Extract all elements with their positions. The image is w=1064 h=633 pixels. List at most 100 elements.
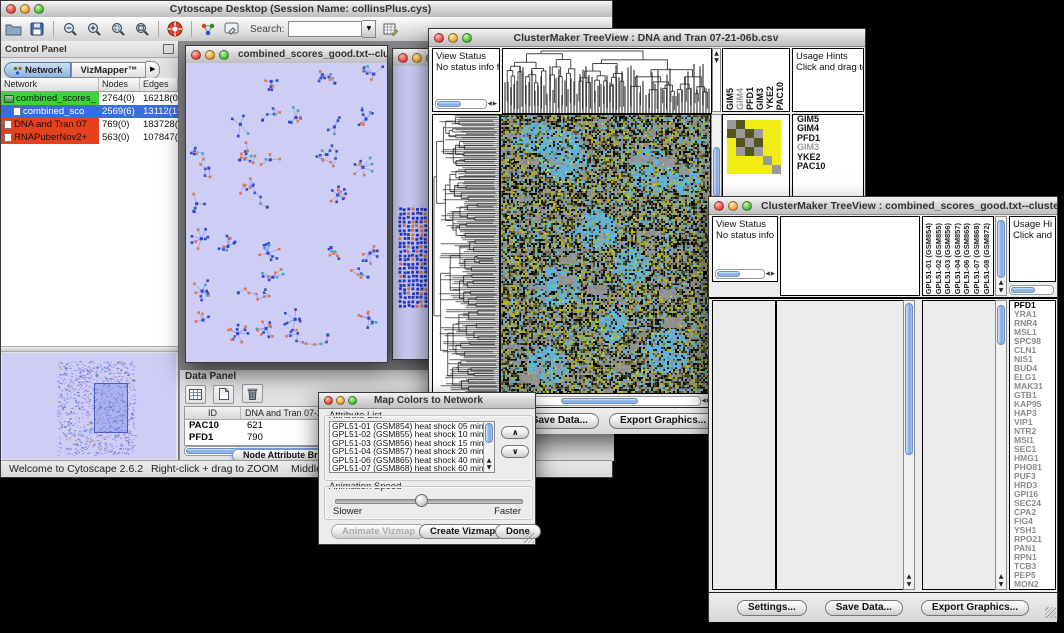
zoom-fit-icon[interactable]	[132, 20, 152, 38]
tv2-zoom-vscrollbar[interactable]: ▲▼	[995, 300, 1007, 590]
tv1-column-dendrogram[interactable]	[502, 48, 712, 114]
zoom-button[interactable]	[462, 33, 472, 43]
tv1-status-hscrollbar[interactable]: ◀▶	[435, 99, 497, 109]
help-lifering-icon[interactable]	[165, 20, 185, 38]
zoom-button[interactable]	[34, 4, 44, 14]
network-nodes-count: 2569(6)	[99, 105, 140, 118]
control-panel-title: Control Panel	[5, 44, 67, 55]
float-panel-icon[interactable]	[163, 44, 174, 54]
treeview1-titlebar[interactable]: ClusterMaker TreeView : DNA and Tran 07-…	[429, 29, 865, 47]
dialog-titlebar[interactable]: Map Colors to Network	[319, 393, 535, 409]
treeview1-title: ClusterMaker TreeView : DNA and Tran 07-…	[477, 32, 815, 44]
resize-grip[interactable]	[1045, 607, 1056, 618]
minimize-button[interactable]	[412, 53, 422, 63]
animate-vizmap-button[interactable]: Animate Vizmap	[331, 524, 426, 539]
resize-grip[interactable]	[523, 532, 534, 543]
zoom-button[interactable]	[219, 50, 229, 60]
network-row[interactable]: combined_scores_ 2764(0) 16218(0)	[1, 92, 178, 105]
search-label: Search:	[250, 24, 284, 35]
minimize-button[interactable]	[205, 50, 215, 60]
tv1-row-dendrogram[interactable]	[432, 114, 500, 394]
more-tabs-button[interactable]: ▶	[146, 61, 160, 79]
zoom-selected-icon[interactable]	[108, 20, 128, 38]
attribute-list-vscrollbar[interactable]: ▲▼	[483, 422, 494, 472]
speed-slider-thumb[interactable]	[415, 494, 428, 507]
move-down-button[interactable]: ∨	[501, 445, 529, 458]
search-dropdown-icon[interactable]: ▼	[362, 20, 376, 38]
tv2-global-heatmap[interactable]	[776, 300, 904, 590]
move-up-button[interactable]: ∧	[501, 426, 529, 439]
tv2-labels-vscrollbar[interactable]: ▲▼	[995, 216, 1007, 296]
tv2-gene-list: PFD1YRA1RNR4MSL1SPC98CLN1NIS1BUD4ELG1MAK…	[1009, 300, 1056, 590]
treeview-action-button[interactable]: Export Graphics...	[609, 413, 717, 429]
delete-attribute-icon[interactable]	[242, 384, 263, 403]
close-button[interactable]	[434, 33, 444, 43]
annotation-icon[interactable]	[222, 20, 242, 38]
table-edit-icon[interactable]	[381, 20, 401, 38]
zoom-in-icon[interactable]	[84, 20, 104, 38]
zoom-out-icon[interactable]	[60, 20, 80, 38]
minimize-button[interactable]	[20, 4, 30, 14]
header-network[interactable]: Network	[1, 78, 99, 91]
close-button[interactable]	[714, 201, 724, 211]
header-edges[interactable]: Edges	[140, 78, 178, 91]
new-attribute-icon[interactable]	[213, 385, 234, 404]
matrix-cell	[754, 165, 763, 174]
network-row[interactable]: combined_sco 2569(6) 13112(15)	[1, 105, 178, 118]
gene-label[interactable]: PAC10	[795, 162, 863, 171]
create-vizmap-button[interactable]: Create Vizmap	[419, 524, 506, 539]
network-edges-count: 13112(15)	[140, 105, 178, 118]
matrix-cell	[727, 129, 736, 138]
window-controls	[1, 4, 49, 14]
network-overview-icon[interactable]	[198, 20, 218, 38]
network1-titlebar[interactable]: combined_scores_good.txt--cluste...	[186, 46, 387, 64]
minimize-button[interactable]	[336, 396, 345, 405]
tv2-status-hscrollbar[interactable]: ◀▶	[715, 269, 775, 279]
search-input[interactable]	[288, 21, 362, 37]
network-row[interactable]: DNA and Tran 07 769(0) 183728(0)	[1, 118, 178, 131]
id-column-header[interactable]: ID	[185, 407, 241, 419]
open-file-icon[interactable]	[3, 20, 23, 38]
treeview-action-button[interactable]: Export Graphics...	[921, 600, 1029, 616]
panel-splitter[interactable]	[1, 346, 178, 352]
tv2-global-vscrollbar[interactable]: ▲▼	[903, 300, 915, 590]
close-button[interactable]	[6, 4, 16, 14]
tv2-row-dendrogram[interactable]	[712, 300, 776, 590]
birdseye-view[interactable]	[2, 353, 176, 459]
control-panel-tab[interactable]: Network	[4, 62, 71, 78]
status-welcome: Welcome to Cytoscape 2.6.2	[9, 463, 143, 475]
treeview-action-button[interactable]: Save Data...	[825, 600, 903, 616]
zoom-button[interactable]	[742, 201, 752, 211]
header-nodes[interactable]: Nodes	[99, 78, 140, 91]
tv1-heatmap[interactable]	[500, 114, 711, 394]
close-button[interactable]	[398, 53, 408, 63]
attribute-listbox[interactable]: GPL51-01 (GSM854) heat shock 05 minGPL51…	[329, 421, 495, 473]
column-label: GPL51-01 (GSM854)	[924, 223, 934, 294]
zoom-button[interactable]	[348, 396, 357, 405]
gene-label[interactable]: MON2	[1012, 580, 1055, 589]
matrix-cell	[772, 138, 781, 147]
slower-label: Slower	[333, 506, 362, 517]
close-button[interactable]	[191, 50, 201, 60]
attribute-item[interactable]: GPL51-07 (GSM868) heat shock 60 min	[330, 464, 494, 472]
network1-canvas[interactable]	[186, 63, 387, 362]
minimize-button[interactable]	[728, 201, 738, 211]
tv2-hints-hscrollbar[interactable]	[1009, 285, 1054, 295]
tv1-col-scroll-strip[interactable]: ▲▼	[712, 48, 721, 112]
matrix-cell	[745, 165, 754, 174]
attribute-table-icon[interactable]	[185, 385, 206, 404]
treeview2-titlebar[interactable]: ClusterMaker TreeView : combined_scores_…	[709, 197, 1057, 215]
tv2-gene-items: PFD1YRA1RNR4MSL1SPC98CLN1NIS1BUD4ELG1MAK…	[1010, 301, 1055, 589]
treeview-action-button[interactable]: Settings...	[737, 600, 807, 616]
control-panel-tab[interactable]: VizMapper™	[71, 62, 146, 78]
save-icon[interactable]	[27, 20, 47, 38]
tv2-view-status-panel: View StatusNo status info f ◀▶	[712, 216, 778, 282]
close-button[interactable]	[324, 396, 333, 405]
tv2-zoom-heatmap[interactable]	[922, 300, 996, 590]
speed-slider-track[interactable]	[335, 499, 523, 504]
matrix-cell	[772, 156, 781, 165]
network-edges-count: 183728(0)	[140, 118, 178, 131]
minimize-button[interactable]	[448, 33, 458, 43]
network-row[interactable]: RNAPuberNov2+ 563(0) 107847(0)	[1, 131, 178, 144]
main-titlebar[interactable]: Cytoscape Desktop (Session Name: collins…	[1, 1, 612, 18]
